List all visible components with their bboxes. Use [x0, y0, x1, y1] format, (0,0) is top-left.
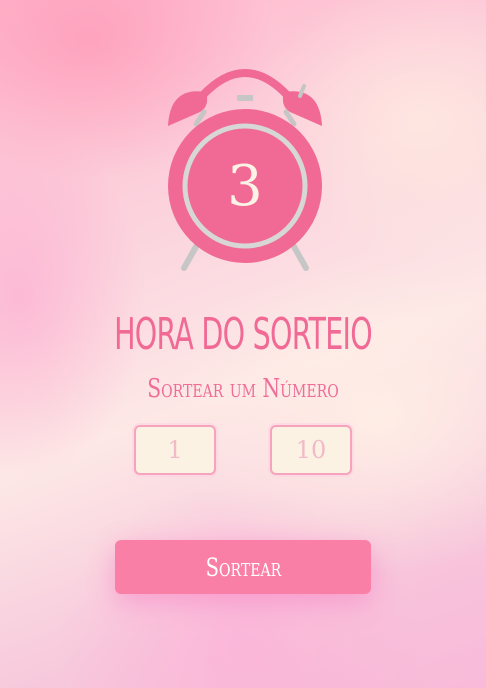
clock-number: 3	[227, 154, 263, 219]
page-title: HORA DO SORTEIO	[114, 309, 373, 360]
alarm-clock-icon: 3	[160, 56, 330, 276]
draw-button-label: Sortear	[205, 552, 281, 582]
range-max-input[interactable]	[270, 425, 352, 475]
page-subtitle: Sortear um Número	[147, 374, 339, 404]
draw-button[interactable]: Sortear	[115, 540, 371, 594]
range-min-input[interactable]	[134, 425, 216, 475]
